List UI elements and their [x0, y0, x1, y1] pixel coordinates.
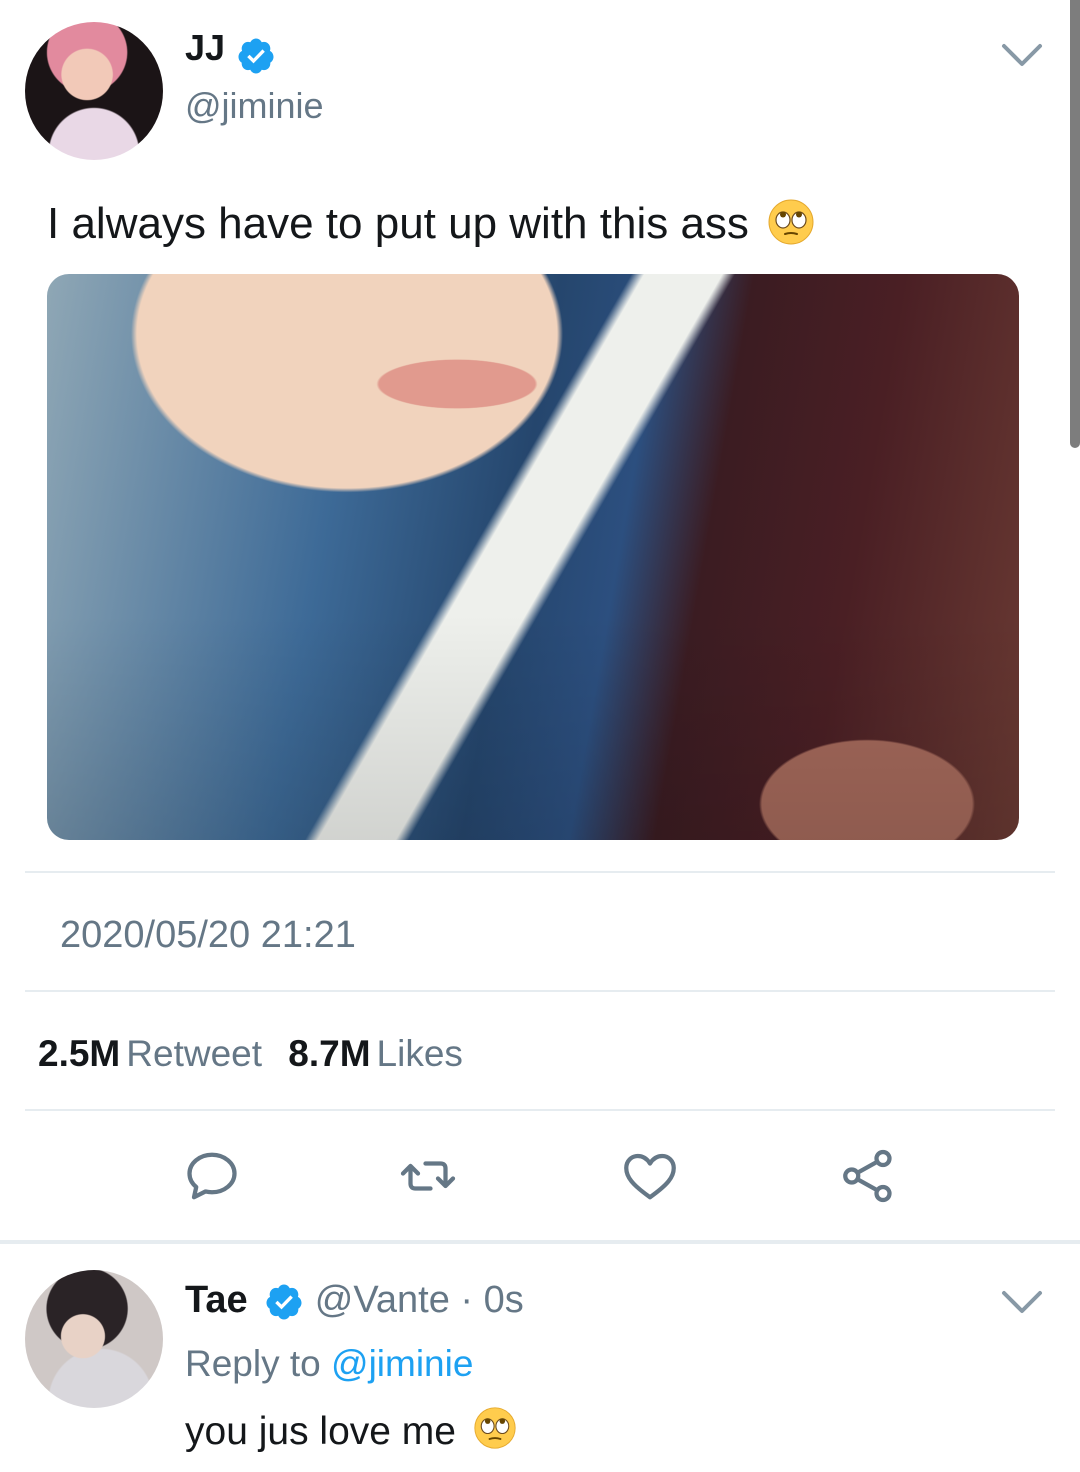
reply-author-name[interactable]: Tae	[185, 1279, 248, 1321]
reply-text-row: you jus love me	[185, 1406, 517, 1457]
rolling-eyes-emoji-icon	[474, 1407, 516, 1449]
reply-author-avatar[interactable]	[25, 1270, 163, 1408]
divider	[25, 1109, 1055, 1111]
retweet-stat[interactable]: 2.5M Retweet	[38, 1033, 288, 1074]
divider	[25, 990, 1055, 992]
like-icon[interactable]	[620, 1146, 680, 1206]
retweet-icon[interactable]	[398, 1146, 458, 1206]
likes-stat[interactable]: 8.7M Likes	[288, 1033, 479, 1074]
section-divider	[0, 1240, 1080, 1244]
author-name[interactable]: JJ	[185, 27, 225, 68]
retweet-label: Retweet	[126, 1033, 262, 1074]
share-icon[interactable]	[838, 1146, 898, 1206]
like-count: 8.7M	[288, 1033, 371, 1074]
tweet-stats: 2.5M Retweet 8.7M Likes	[38, 1034, 479, 1074]
reply-to-label: Reply to	[185, 1343, 321, 1384]
author-name-row: JJ	[185, 28, 276, 76]
rolling-eyes-emoji-icon	[768, 199, 814, 245]
verified-badge-icon	[237, 38, 273, 74]
author-avatar[interactable]	[25, 22, 163, 160]
tweet-text-row: I always have to put up with this ass	[47, 196, 815, 252]
reply-to-line: Reply to @jiminie	[185, 1342, 473, 1386]
tweet-photo-overlay	[47, 274, 1019, 840]
verified-badge-icon	[266, 1284, 302, 1320]
retweet-count: 2.5M	[38, 1033, 121, 1074]
reply-text: you jus love me	[185, 1410, 456, 1453]
scrollbar[interactable]	[1070, 0, 1080, 448]
like-label: Likes	[376, 1033, 463, 1074]
chevron-down-icon[interactable]	[1000, 40, 1044, 70]
reply-to-handle[interactable]: @jiminie	[331, 1343, 473, 1384]
author-handle[interactable]: @jiminie	[185, 86, 324, 126]
tweet-text: I always have to put up with this ass	[47, 199, 749, 248]
reply-header: Tae @Vante · 0s	[185, 1278, 524, 1322]
chevron-down-icon[interactable]	[1000, 1287, 1044, 1317]
reply-icon[interactable]	[182, 1146, 242, 1206]
reply-handle-time[interactable]: @Vante · 0s	[315, 1279, 524, 1321]
divider	[25, 871, 1055, 873]
tweet-timestamp: 2020/05/20 21:21	[60, 914, 356, 956]
